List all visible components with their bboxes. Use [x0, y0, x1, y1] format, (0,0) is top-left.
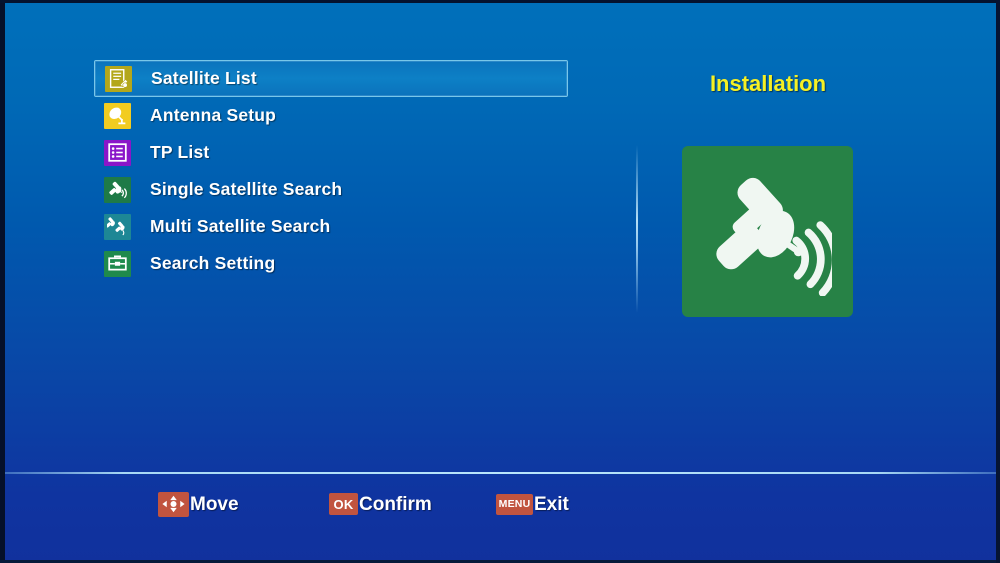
menu-item-label: Multi Satellite Search: [150, 216, 331, 236]
key-hint-bar: Move OK Confirm MENU Exit: [0, 488, 1000, 522]
dpad-icon: [158, 491, 189, 517]
category-icon-bar: [0, 388, 1000, 470]
hint-label: Confirm: [359, 493, 432, 515]
hint-confirm: OK Confirm: [329, 490, 432, 518]
hint-label: Exit: [534, 493, 569, 515]
menu-item-multi-satellite-search[interactable]: Multi Satellite Search: [94, 208, 568, 245]
hint-move: Move: [158, 490, 239, 518]
menu-item-search-setting[interactable]: Search Setting: [94, 245, 568, 282]
menu-item-tp-list[interactable]: TP List: [94, 134, 568, 171]
main-menu-list: Satellite List Antenna Setup TP List Sin…: [94, 60, 568, 282]
vertical-divider: [636, 145, 638, 313]
menu-item-label: TP List: [150, 142, 210, 162]
screen-top-edge: [0, 0, 1000, 3]
menu-item-satellite-list[interactable]: Satellite List: [94, 60, 568, 97]
menu-item-label: Single Satellite Search: [150, 179, 343, 199]
page-title: Installation: [709, 71, 827, 96]
menu-key-badge: MENU: [496, 493, 533, 515]
installation-satellite-icon: [682, 146, 853, 317]
installation-menu-screen: Satellite List Antenna Setup TP List Sin…: [0, 0, 1000, 563]
ok-key-badge: OK: [329, 493, 358, 515]
search-setting-toolbox-icon: [104, 250, 131, 277]
footer-divider: [5, 472, 996, 474]
hint-exit: MENU Exit: [496, 490, 569, 518]
multi-satellite-search-icon: [104, 213, 131, 240]
satellite-list-icon: [105, 65, 132, 92]
menu-item-single-satellite-search[interactable]: Single Satellite Search: [94, 171, 568, 208]
menu-item-label: Search Setting: [150, 253, 276, 273]
menu-item-label: Satellite List: [151, 68, 257, 88]
single-satellite-search-icon: [104, 176, 131, 203]
menu-item-antenna-setup[interactable]: Antenna Setup: [94, 97, 568, 134]
menu-item-label: Antenna Setup: [150, 105, 277, 125]
transponder-list-icon: [104, 139, 131, 166]
hint-label: Move: [190, 493, 239, 515]
antenna-dish-icon: [104, 102, 131, 129]
